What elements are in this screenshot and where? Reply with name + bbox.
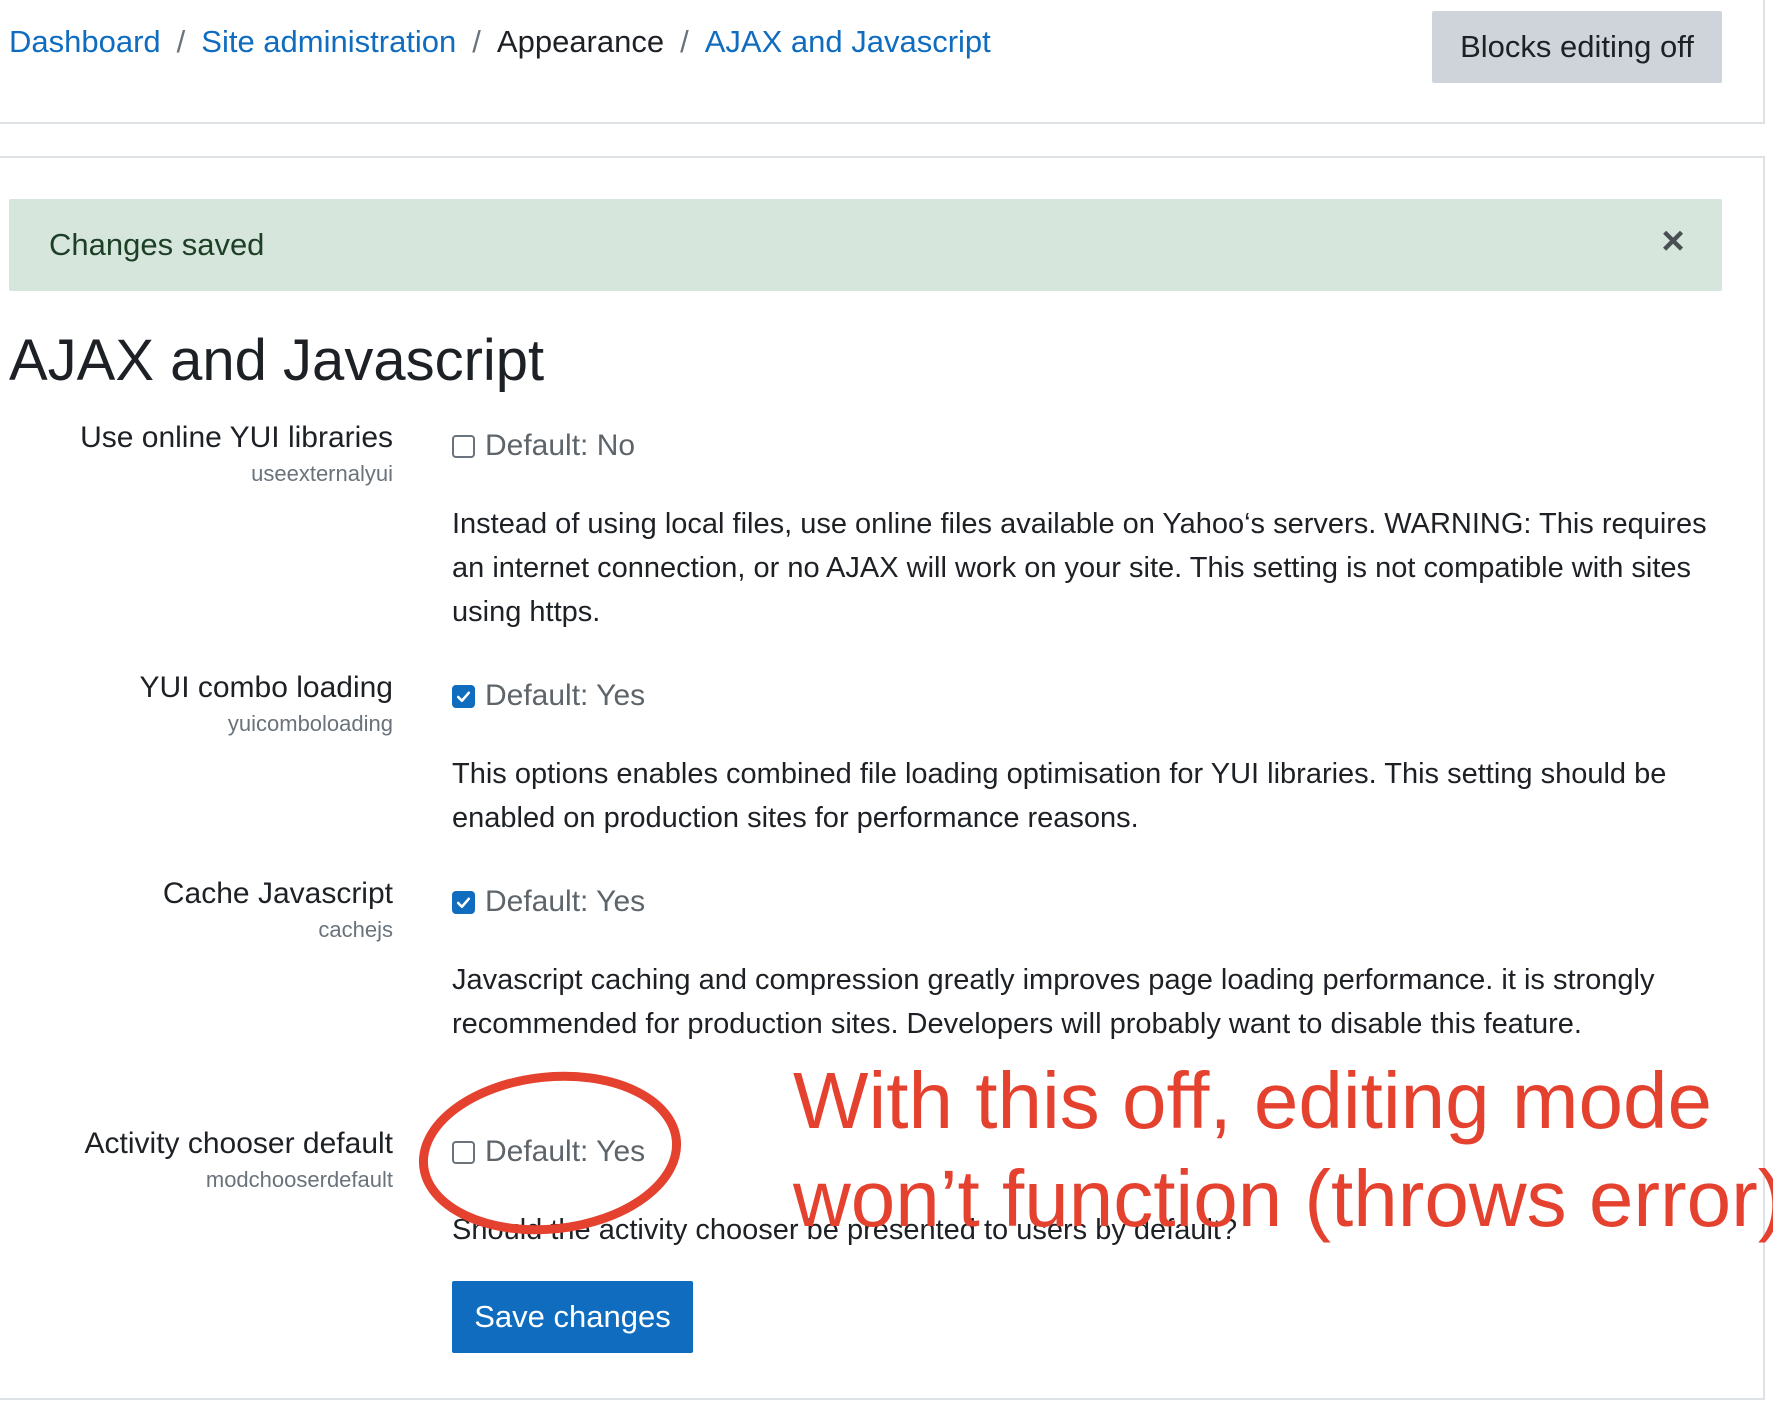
blocks-editing-off-button[interactable]: Blocks editing off: [1432, 11, 1722, 83]
setting-label-cachejs: Cache Javascript: [162, 877, 393, 910]
description-useexternalyui: Instead of using local files, use online…: [452, 508, 1707, 628]
default-value-useexternalyui: Default: No: [485, 429, 636, 462]
breadcrumb-dashboard[interactable]: Dashboard: [9, 24, 161, 59]
breadcrumb-site-administration[interactable]: Site administration: [201, 24, 456, 59]
default-value-cachejs: Default: Yes: [485, 885, 646, 918]
check-icon: [456, 691, 471, 702]
breadcrumb: Dashboard / Site administration / Appearance…: [9, 20, 991, 64]
page-title: AJAX and Javascript: [9, 328, 545, 393]
default-value-yuicomboloading: Default: Yes: [485, 679, 646, 712]
setting-control-useexternalyui: Default: No: [452, 424, 635, 468]
setting-key-modchooserdefault: modchooserdefault: [205, 1167, 393, 1192]
breadcrumb-separator: /: [176, 24, 186, 59]
breadcrumb-ajax-javascript[interactable]: AJAX and Javascript: [705, 24, 991, 59]
setting-key-yuicomboloading: yuicomboloading: [227, 711, 393, 736]
checkbox-useexternalyui[interactable]: [452, 434, 475, 458]
close-icon[interactable]: ×: [1651, 219, 1695, 263]
alert-message: Changes saved: [49, 227, 265, 262]
setting-label-useexternalyui: Use online YUI libraries: [80, 421, 393, 454]
description-modchooserdefault: Should the activity chooser be presented…: [452, 1214, 1238, 1246]
setting-key-useexternalyui: useexternalyui: [251, 461, 393, 486]
save-changes-button[interactable]: Save changes: [452, 1281, 693, 1353]
check-icon: [456, 897, 471, 908]
checkbox-yuicomboloading[interactable]: [452, 684, 475, 708]
checkbox-cachejs[interactable]: [452, 890, 475, 914]
setting-label-yuicomboloading: YUI combo loading: [139, 671, 393, 704]
checkbox-modchooserdefault[interactable]: [452, 1140, 475, 1164]
setting-control-yuicomboloading: Default: Yes: [452, 674, 645, 718]
setting-control-modchooserdefault: Default: Yes: [452, 1130, 645, 1174]
breadcrumb-separator: /: [680, 24, 689, 59]
setting-label-modchooserdefault: Activity chooser default: [84, 1127, 393, 1160]
description-yuicomboloading: This options enables combined file loadi…: [452, 758, 1667, 834]
setting-control-cachejs: Default: Yes: [452, 880, 645, 924]
setting-key-cachejs: cachejs: [318, 917, 393, 942]
breadcrumb-appearance: Appearance: [496, 24, 665, 59]
description-cachejs: Javascript caching and compression great…: [452, 964, 1655, 1040]
default-value-modchooserdefault: Default: Yes: [485, 1135, 646, 1168]
changes-saved-alert: Changes saved ×: [9, 199, 1722, 291]
breadcrumb-separator: /: [472, 24, 481, 59]
